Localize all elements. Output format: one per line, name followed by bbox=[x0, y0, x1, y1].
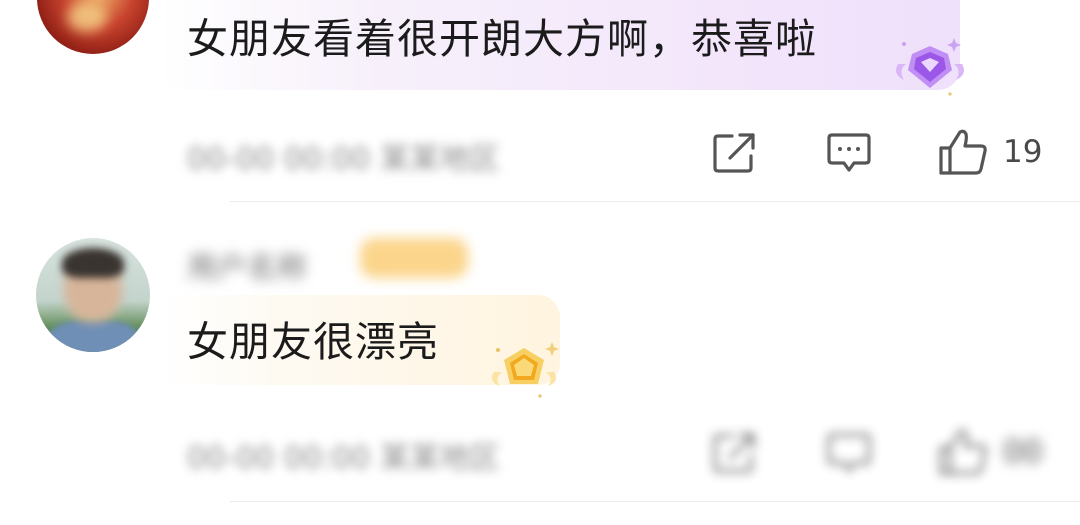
commenter-avatar[interactable] bbox=[37, 0, 149, 54]
comment-meta: 00-00 00:00 某某地区 bbox=[187, 441, 500, 476]
like-count: 00 bbox=[1003, 434, 1043, 470]
comment-icon bbox=[827, 433, 871, 473]
like-button[interactable] bbox=[932, 424, 994, 480]
like-count: 19 bbox=[1003, 134, 1043, 170]
comment-icon bbox=[827, 133, 871, 172]
comment-meta: 00-00 00:00 某某地区 bbox=[187, 142, 500, 177]
thumbs-up-icon bbox=[939, 129, 987, 175]
comment-text: 女朋友很漂亮 bbox=[187, 318, 439, 366]
gold-pentagon-badge-icon bbox=[488, 336, 568, 402]
divider bbox=[230, 501, 1080, 502]
commenter-avatar[interactable] bbox=[36, 238, 150, 352]
reply-button[interactable] bbox=[822, 128, 876, 178]
share-icon bbox=[713, 133, 755, 173]
like-button[interactable] bbox=[932, 124, 994, 180]
comment-text: 女朋友看着很开朗大方啊，恭喜啦 bbox=[187, 15, 817, 63]
share-button[interactable] bbox=[708, 128, 762, 178]
commenter-username[interactable]: 用户名称 bbox=[187, 243, 307, 287]
divider bbox=[230, 201, 1080, 202]
reply-button[interactable] bbox=[822, 428, 876, 478]
share-icon bbox=[713, 433, 755, 473]
thumbs-up-icon bbox=[939, 429, 987, 475]
user-level-tag bbox=[360, 238, 468, 278]
share-button[interactable] bbox=[708, 428, 762, 478]
purple-diamond-badge-icon bbox=[890, 34, 970, 100]
